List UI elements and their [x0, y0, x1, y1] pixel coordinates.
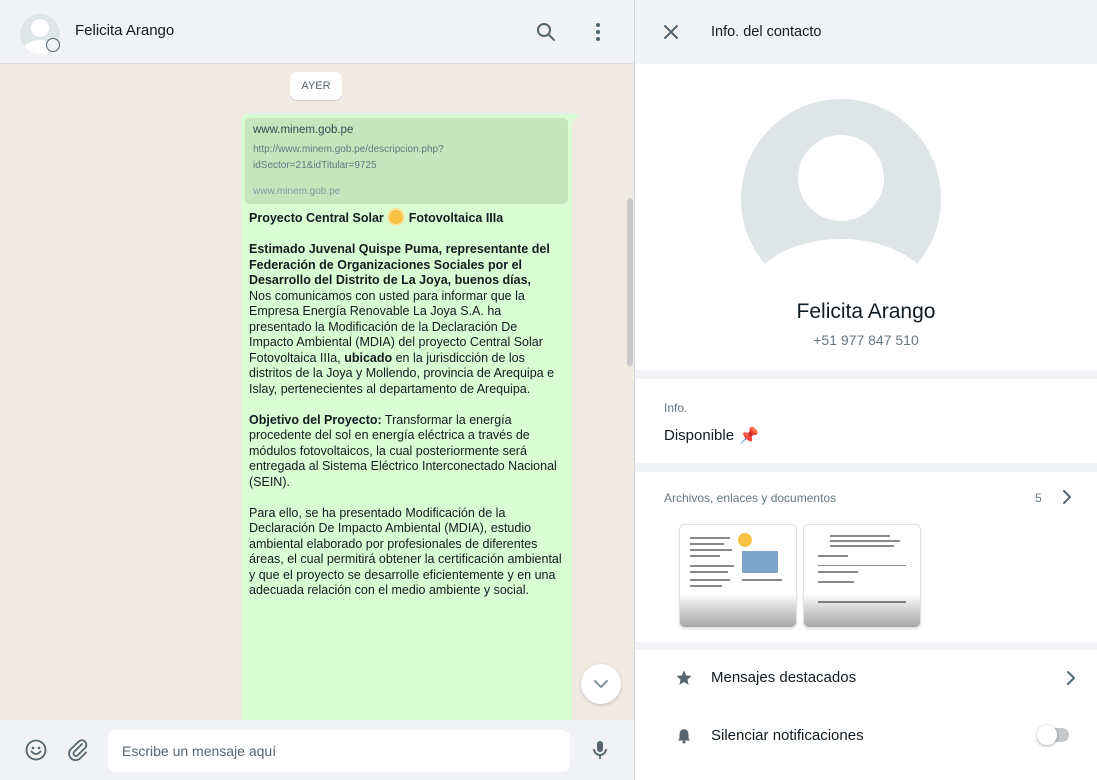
- profile-avatar[interactable]: [741, 99, 941, 299]
- profile-phone: +51 977 847 510: [813, 332, 919, 348]
- starred-messages-row[interactable]: Mensajes destacados: [635, 650, 1097, 708]
- media-label: Archivos, enlaces y documentos: [664, 491, 837, 505]
- profile-card: Felicita Arango +51 977 847 510: [635, 64, 1097, 370]
- about-label: Info.: [664, 401, 688, 415]
- message-objective: Objetivo del Proyecto: Transformar la en…: [249, 412, 557, 489]
- mute-toggle[interactable]: [1037, 725, 1069, 745]
- media-count: 5: [1035, 491, 1042, 505]
- message-greeting: Estimado Juvenal Quispe Puma, representa…: [249, 242, 550, 287]
- chat-panel: Felicita Arango AYER www.minem.gob.pe ht…: [0, 0, 634, 780]
- chat-header[interactable]: Felicita Arango: [0, 0, 634, 64]
- attach-icon[interactable]: [66, 738, 90, 762]
- message-body-2: Para ello, se ha presentado Modificación…: [249, 505, 562, 598]
- message-input[interactable]: [108, 730, 576, 772]
- info-title: Info. del contacto: [711, 24, 822, 40]
- scroll-down-button[interactable]: [581, 664, 621, 704]
- info-header: Info. del contacto: [635, 0, 1097, 64]
- mic-icon[interactable]: [588, 738, 612, 762]
- starred-messages-label: Mensajes destacados: [711, 669, 857, 686]
- link-preview-title: www.minem.gob.pe: [253, 124, 354, 136]
- composer: [0, 720, 634, 780]
- document-thumbnail[interactable]: [803, 524, 921, 628]
- mute-notifications-row[interactable]: Silenciar notificaciones: [635, 708, 1097, 766]
- link-preview-domain: www.minem.gob.pe: [253, 186, 341, 197]
- close-icon[interactable]: [661, 22, 681, 42]
- date-divider: AYER: [290, 72, 342, 100]
- sun-emoji: [389, 210, 404, 224]
- message-text: Proyecto Central Solar Fotovoltaica IIIa…: [249, 210, 565, 614]
- message-list[interactable]: AYER www.minem.gob.pe http://www.minem.g…: [0, 64, 634, 720]
- status-icon: [46, 38, 60, 52]
- chat-contact-name[interactable]: Felicita Arango: [75, 22, 174, 39]
- link-preview-url: http://www.minem.gob.pe/descripcion.php?…: [253, 144, 444, 171]
- bubble-tail: [571, 114, 579, 124]
- emoji-icon[interactable]: [24, 738, 48, 762]
- contact-info-panel: Info. del contacto Felicita Arango +51 9…: [635, 0, 1097, 780]
- scrollbar[interactable]: [627, 198, 633, 366]
- actions-section: Mensajes destacados Silenciar notificaci…: [635, 650, 1097, 780]
- message-body-1: Estimado Juvenal Quispe Puma, representa…: [249, 242, 555, 396]
- document-thumbnail[interactable]: [679, 524, 797, 628]
- chevron-right-icon: [1067, 671, 1075, 685]
- profile-name: Felicita Arango: [796, 300, 936, 323]
- search-icon[interactable]: [534, 20, 558, 44]
- message-title: Proyecto Central Solar Fotovoltaica IIIa: [249, 210, 504, 225]
- star-icon: [676, 670, 692, 685]
- pin-icon: 📌: [739, 428, 759, 445]
- media-section[interactable]: Archivos, enlaces y documentos 5: [635, 472, 1097, 642]
- about-section: Info. Disponible 📌: [635, 379, 1097, 463]
- link-preview[interactable]: www.minem.gob.pe http://www.minem.gob.pe…: [245, 118, 568, 204]
- bell-icon: [678, 729, 690, 744]
- menu-icon[interactable]: [586, 20, 610, 44]
- about-text: Disponible 📌: [664, 427, 759, 445]
- message-input-box[interactable]: [108, 730, 576, 772]
- mute-notifications-label: Silenciar notificaciones: [711, 727, 864, 744]
- chevron-right-icon[interactable]: [1059, 487, 1075, 507]
- chevron-down-icon: [594, 680, 608, 688]
